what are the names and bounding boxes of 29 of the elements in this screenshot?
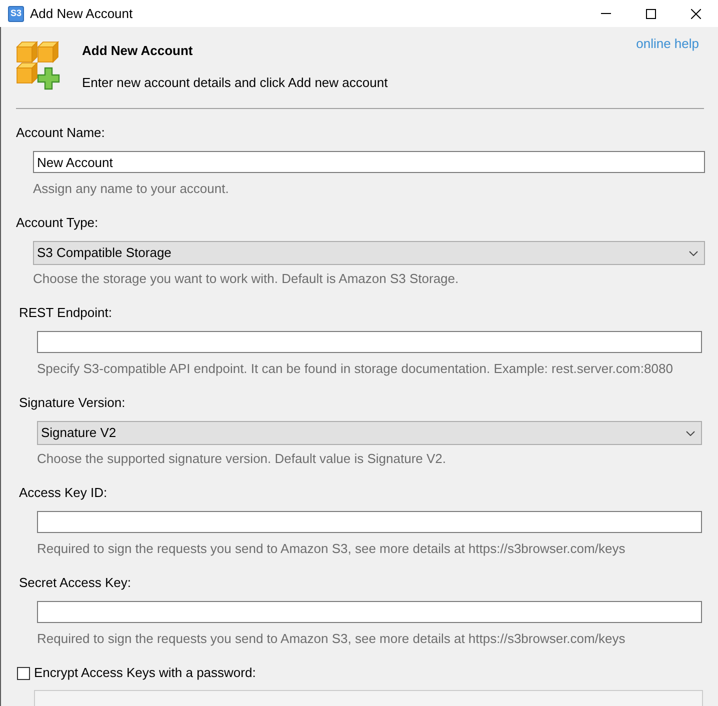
input-field[interactable] (37, 331, 702, 353)
maximize-icon (646, 8, 656, 18)
field-label: Secret Access Key: (19, 575, 131, 591)
window-title: Add New Account (30, 4, 133, 23)
dropdown[interactable]: S3 Compatible Storage (33, 241, 705, 265)
minimize-icon (600, 13, 610, 14)
input-field[interactable] (37, 511, 702, 533)
close-icon (690, 8, 700, 18)
hint-text: Required to sign the requests you send to Amazon S3, see more details at https://s3browser.com/keys (37, 631, 626, 647)
header-title: Add New Account (82, 43, 194, 59)
header-subtitle: Enter new account details and click Add new account (82, 75, 388, 91)
hint-text: Required to sign the requests you send to Amazon S3, see more details at https://s3browser.com/keys (37, 541, 626, 557)
field-label: Signature Version: (19, 395, 126, 411)
field-label: REST Endpoint: (19, 305, 112, 321)
checkbox[interactable] (17, 666, 30, 680)
input-field[interactable]: New Account (33, 151, 705, 173)
hint-text: Choose the storage you want to work with. Default is Amazon S3 Storage. (33, 271, 459, 287)
chevron-down-icon (689, 250, 698, 256)
input-field[interactable] (37, 601, 702, 623)
chevron-down-icon (686, 430, 695, 436)
dropdown[interactable]: Signature V2 (37, 421, 702, 445)
checkbox-label: Encrypt Access Keys with a password: (34, 665, 256, 681)
app-icon: S3 (8, 6, 24, 22)
field-label: Access Key ID: (19, 485, 108, 501)
hint-text: Assign any name to your account. (33, 181, 229, 197)
field-label: Account Name: (16, 125, 105, 141)
hint-text: Specify S3-compatible API endpoint. It can be found in storage documentation. Example: rest.server.com:8080 (37, 361, 673, 377)
field-label: Account Type: (16, 215, 98, 231)
hint-text: Choose the supported signature version. Default value is Signature V2. (37, 451, 446, 467)
